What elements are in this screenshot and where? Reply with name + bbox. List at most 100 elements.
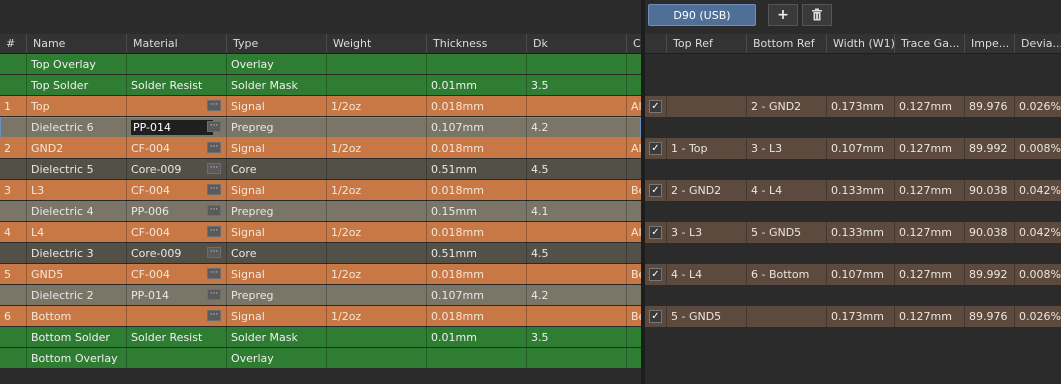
column-header-deviation[interactable]: Devia... [1014,34,1061,53]
layer-weight-cell[interactable]: 1/2oz [326,96,426,117]
layer-type-cell[interactable]: Prepreg [226,285,326,306]
column-header-name[interactable]: Name [26,34,126,53]
row-checkbox[interactable]: ✓ [649,226,662,239]
layer-c-cell[interactable] [626,117,641,138]
layer-row[interactable]: 3 L3 CF-004 Signal 1/2oz 0.018mm Be ··· [0,180,641,201]
trace-gap-cell[interactable]: 0.127mm [894,264,964,285]
deviation-cell[interactable]: 0.026% [1014,96,1061,117]
deviation-cell[interactable]: 0.008% [1014,138,1061,159]
impedance-row[interactable]: ✓ 5 - GND5 0.173mm 0.127mm 89.976 0.026% [645,306,1061,327]
column-header-c[interactable]: C [626,34,641,53]
column-header-number[interactable]: # [0,34,26,53]
layer-number-cell[interactable] [0,348,26,369]
trace-gap-cell[interactable]: 0.127mm [894,306,964,327]
layer-weight-cell[interactable]: 1/2oz [326,264,426,285]
layer-type-cell[interactable]: Signal [226,96,326,117]
layer-dk-cell[interactable] [526,96,626,117]
layer-name-cell[interactable]: Dielectric 5 [26,159,126,180]
layer-name-cell[interactable]: Bottom [26,306,126,327]
trace-gap-cell[interactable]: 0.127mm [894,180,964,201]
bottom-ref-cell[interactable]: 6 - Bottom [746,264,826,285]
material-browse-button[interactable]: ··· [207,100,221,111]
deviation-cell[interactable]: 0.042% [1014,222,1061,243]
layer-type-cell[interactable]: Solder Mask [226,327,326,348]
bottom-ref-cell[interactable] [746,306,826,327]
row-checkbox[interactable]: ✓ [649,268,662,281]
layer-dk-cell[interactable] [526,348,626,369]
column-header-weight[interactable]: Weight [326,34,426,53]
layer-weight-cell[interactable] [326,75,426,96]
bottom-ref-cell[interactable]: 2 - GND2 [746,96,826,117]
layer-dk-cell[interactable] [526,306,626,327]
width-cell[interactable]: 0.107mm [826,264,894,285]
layer-number-cell[interactable] [0,54,26,75]
layer-name-cell[interactable]: Top Overlay [26,54,126,75]
layer-row[interactable]: Dielectric 2 PP-014 Prepreg 0.107mm 4.2 ··· [0,285,641,306]
layer-row[interactable]: Top Solder Solder Resist Solder Mask 0.01mm… [0,75,641,96]
layer-name-cell[interactable]: L3 [26,180,126,201]
layer-dk-cell[interactable]: 3.5 [526,327,626,348]
material-browse-button[interactable]: ··· [207,247,221,258]
layer-number-cell[interactable] [0,327,26,348]
layer-type-cell[interactable]: Core [226,159,326,180]
impedance-row[interactable]: ✓ 1 - Top 3 - L3 0.107mm 0.127mm 89.992 0.008% [645,138,1061,159]
material-browse-button[interactable]: ··· [207,142,221,153]
layer-thickness-cell[interactable]: 0.107mm [426,117,526,138]
layer-number-cell[interactable]: 2 [0,138,26,159]
layer-weight-cell[interactable] [326,327,426,348]
impedance-cell[interactable]: 89.992 [964,138,1014,159]
column-header-material[interactable]: Material [126,34,226,53]
layer-c-cell[interactable] [626,348,641,369]
layer-weight-cell[interactable] [326,54,426,75]
layer-type-cell[interactable]: Signal [226,180,326,201]
layer-c-cell[interactable]: Be [626,306,641,327]
layer-name-cell[interactable]: Top Solder [26,75,126,96]
trace-gap-cell[interactable]: 0.127mm [894,138,964,159]
layer-c-cell[interactable] [626,201,641,222]
layer-thickness-cell[interactable]: 0.018mm [426,222,526,243]
layer-number-cell[interactable]: 1 [0,96,26,117]
impedance-cell[interactable]: 90.038 [964,222,1014,243]
impedance-cell[interactable]: 89.976 [964,96,1014,117]
layer-thickness-cell[interactable]: 0.107mm [426,285,526,306]
column-header-bottom-ref[interactable]: Bottom Ref [746,34,826,53]
layer-dk-cell[interactable]: 4.2 [526,285,626,306]
layer-row[interactable]: 2 GND2 CF-004 Signal 1/2oz 0.018mm Al ··· [0,138,641,159]
layer-type-cell[interactable]: Prepreg [226,117,326,138]
layer-weight-cell[interactable]: 1/2oz [326,306,426,327]
deviation-cell[interactable]: 0.008% [1014,264,1061,285]
layer-type-cell[interactable]: Overlay [226,348,326,369]
trace-gap-cell[interactable]: 0.127mm [894,222,964,243]
layer-row[interactable]: 4 L4 CF-004 Signal 1/2oz 0.018mm Al ··· [0,222,641,243]
layer-row[interactable]: Dielectric 5 Core-009 Core 0.51mm 4.5 ··· [0,159,641,180]
layer-row[interactable]: 5 GND5 CF-004 Signal 1/2oz 0.018mm Be ··· [0,264,641,285]
layer-weight-cell[interactable] [326,348,426,369]
layer-type-cell[interactable]: Signal [226,264,326,285]
layer-number-cell[interactable]: 6 [0,306,26,327]
layer-row[interactable]: Dielectric 6 PP-014 Prepreg 0.107mm 4.2 ··· [0,117,641,138]
layer-thickness-cell[interactable]: 0.018mm [426,180,526,201]
impedance-cell[interactable]: 90.038 [964,180,1014,201]
column-header-impedance[interactable]: Impe... [964,34,1014,53]
layer-row[interactable]: Bottom Overlay Overlay [0,348,641,369]
delete-profile-button[interactable] [802,4,832,26]
layer-dk-cell[interactable]: 4.1 [526,201,626,222]
layer-number-cell[interactable]: 4 [0,222,26,243]
layer-thickness-cell[interactable]: 0.018mm [426,138,526,159]
layer-material-cell[interactable] [126,348,226,369]
column-header-top-ref[interactable]: Top Ref [666,34,746,53]
layer-thickness-cell[interactable]: 0.018mm [426,96,526,117]
layer-dk-cell[interactable]: 3.5 [526,75,626,96]
column-header-type[interactable]: Type [226,34,326,53]
column-header-width[interactable]: Width (W1) [826,34,894,53]
layer-row[interactable]: 6 Bottom Signal 1/2oz 0.018mm Be ··· [0,306,641,327]
top-ref-cell[interactable]: 5 - GND5 [666,306,746,327]
layer-row[interactable]: Bottom Solder Solder Resist Solder Mask 0.0… [0,327,641,348]
layer-weight-cell[interactable] [326,243,426,264]
layer-thickness-cell[interactable]: 0.018mm [426,264,526,285]
layer-name-cell[interactable]: Bottom Solder [26,327,126,348]
impedance-row[interactable]: ✓ 2 - GND2 0.173mm 0.127mm 89.976 0.026% [645,96,1061,117]
layer-thickness-cell[interactable] [426,348,526,369]
layer-weight-cell[interactable] [326,159,426,180]
layer-thickness-cell[interactable]: 0.51mm [426,243,526,264]
